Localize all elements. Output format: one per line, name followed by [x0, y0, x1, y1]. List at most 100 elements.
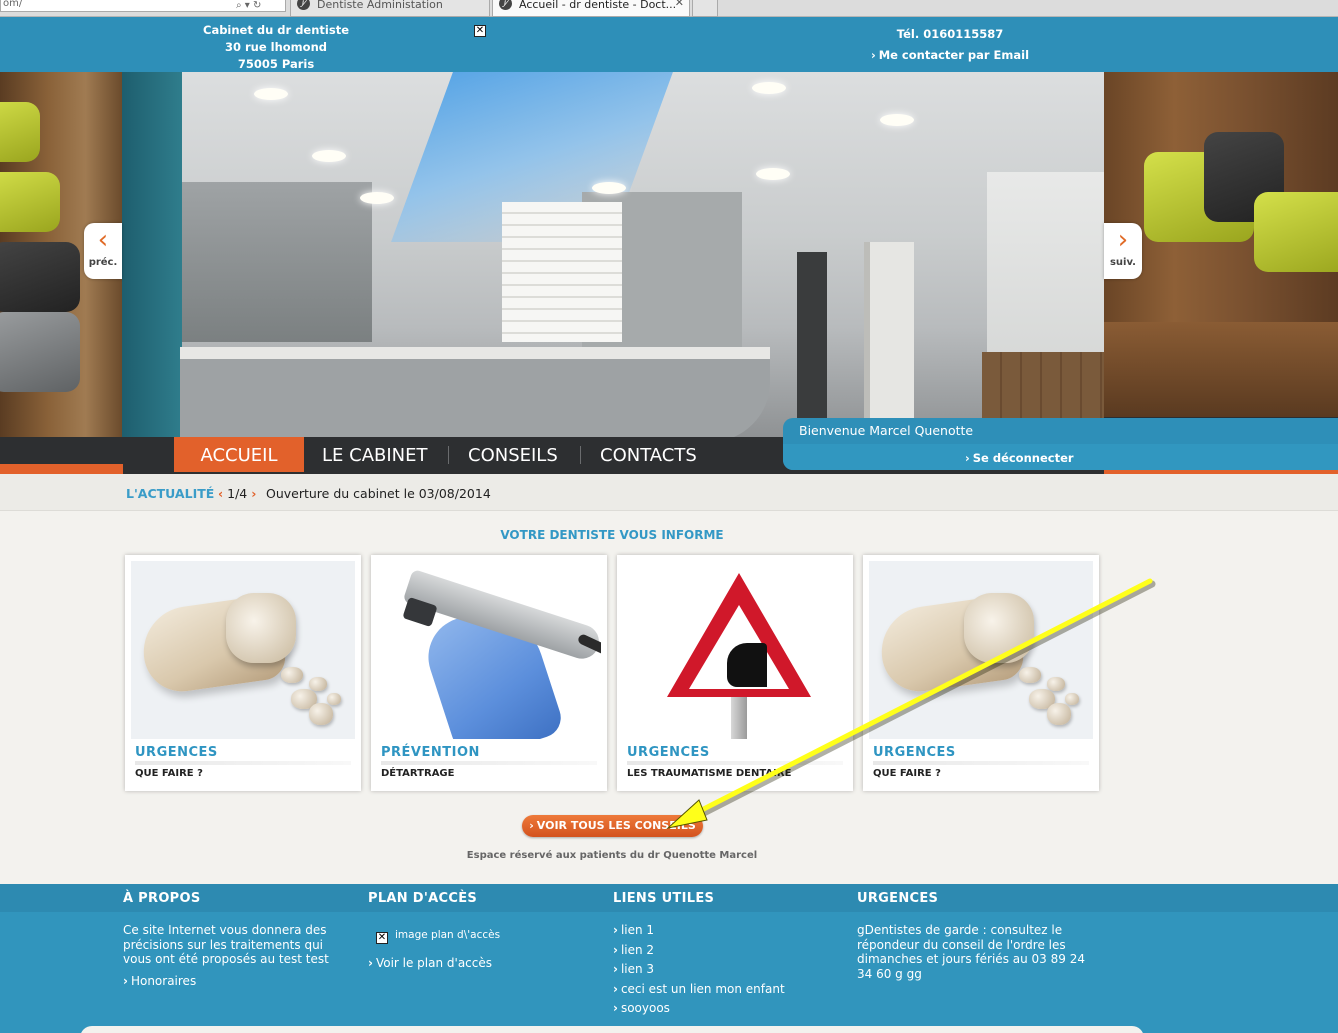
useful-link[interactable]: › lien 3 — [613, 962, 654, 976]
card-category: PRÉVENTION — [381, 745, 480, 760]
access-map-link-label: Voir le plan d'accès — [375, 956, 493, 970]
logout-link[interactable]: › Se déconnecter — [965, 451, 1074, 465]
view-all-advice-label: VOIR TOUS LES CONSEILS — [536, 819, 696, 832]
browser-tab-label: Dentiste Administation — [317, 0, 443, 11]
photo-light — [254, 88, 288, 100]
nav-separator — [448, 446, 449, 464]
chevron-right-icon: › — [965, 451, 970, 465]
chevron-right-icon: › — [1117, 225, 1129, 255]
chevron-right-icon: › — [529, 819, 534, 832]
nav-item-le-cabinet[interactable]: LE CABINET — [305, 437, 445, 472]
tooth-fragment — [281, 667, 303, 683]
email-contact-link[interactable]: › Me contacter par Email — [860, 47, 1040, 63]
card-divider — [381, 761, 597, 765]
tooth-fragment — [327, 693, 341, 705]
advice-card[interactable]: URGENCES LES TRAUMATISME DENTAIRE — [617, 555, 853, 791]
falling-rock-icon — [727, 643, 767, 687]
photo-light — [756, 168, 790, 180]
card-subtitle: QUE FAIRE ? — [135, 768, 203, 779]
card-category: URGENCES — [135, 745, 218, 760]
address-line-street: 30 rue lhomond — [224, 40, 327, 54]
card-subtitle: DÉTARTRAGE — [381, 768, 455, 779]
useful-link-label: lien 2 — [620, 943, 655, 957]
useful-link[interactable]: › lien 1 — [613, 923, 654, 937]
tooth-illustration — [869, 561, 1093, 739]
new-tab-button[interactable] — [692, 0, 718, 17]
card-divider — [627, 761, 843, 765]
photo-reception-desk — [180, 347, 770, 437]
chevron-right-icon: › — [613, 923, 618, 937]
footer-about-title: À PROPOS — [123, 891, 201, 906]
news-message[interactable]: Ouverture du cabinet le 03/08/2014 — [266, 486, 491, 501]
address-text: om/ — [3, 0, 23, 9]
useful-link[interactable]: › sooyoos — [613, 1001, 670, 1015]
footer-about-text: Ce site Internet vous donnera des précis… — [123, 923, 329, 966]
slider-previous-button[interactable]: ‹ préc. — [84, 223, 122, 279]
nav-item-contacts[interactable]: CONTACTS — [583, 437, 714, 472]
nav-accent-bar — [0, 464, 123, 474]
card-divider — [135, 761, 351, 765]
photo-floor — [1104, 322, 1338, 417]
top-header: Cabinet du dr dentiste 30 rue lhomond 75… — [0, 17, 1338, 72]
nav-item-accueil[interactable]: ACCUEIL — [174, 437, 304, 472]
slide-photo-current — [122, 72, 1104, 437]
tooth-fragment — [1065, 693, 1079, 705]
photo-light — [592, 182, 626, 194]
slider-next-button[interactable]: › suiv. — [1104, 223, 1142, 279]
sign-post — [731, 697, 747, 739]
news-position: 1/4 — [227, 486, 248, 501]
advice-card[interactable]: URGENCES QUE FAIRE ? — [125, 555, 361, 791]
footer-access-title: PLAN D'ACCÈS — [368, 891, 478, 906]
phone-number: Tél. 0160115587 — [896, 27, 1004, 41]
card-category: URGENCES — [627, 745, 710, 760]
useful-link[interactable]: › ceci est un lien mon enfant — [613, 982, 785, 996]
patient-area-note: Espace réservé aux patients du dr Quenot… — [466, 850, 758, 861]
photo-stairs — [502, 202, 622, 342]
card-divider — [873, 761, 1089, 765]
slider-next-label: suiv. — [1109, 257, 1136, 268]
tooth-fragment — [309, 703, 333, 725]
tooth-illustration — [131, 561, 355, 739]
close-icon[interactable]: ✕ — [675, 0, 684, 8]
welcome-message: Bienvenue Marcel Quenotte — [799, 423, 974, 438]
nav-item-conseils[interactable]: CONSEILS — [451, 437, 575, 472]
tooth-fragment — [1047, 703, 1071, 725]
useful-link[interactable]: › lien 2 — [613, 943, 654, 957]
user-welcome-panel: Bienvenue Marcel Quenotte › Se déconnecte… — [783, 418, 1338, 470]
useful-link-label: lien 1 — [620, 923, 655, 937]
chevron-right-icon: › — [870, 48, 876, 62]
hero-slider: ‹ préc. › suiv. — [0, 72, 1338, 437]
chevron-right-icon[interactable]: › — [251, 486, 256, 501]
chair-shape — [0, 312, 80, 392]
page: om/ ⌕ ▾ ↻ 𝑦 Dentiste Administation 𝑦 Acc… — [0, 0, 1338, 1033]
broken-image-icon: ✕ — [474, 25, 486, 37]
photo-wall — [182, 182, 372, 342]
advice-card[interactable]: PRÉVENTION DÉTARTRAGE — [371, 555, 607, 791]
footer-urgent-title: URGENCES — [857, 891, 939, 906]
photo-light — [880, 114, 914, 126]
browser-tab-home[interactable]: 𝑦 Accueil - dr dentiste - Doct... ✕ — [492, 0, 690, 17]
chevron-left-icon: ‹ — [97, 225, 109, 255]
practice-address: Cabinet du dr dentiste 30 rue lhomond 75… — [186, 22, 366, 73]
access-map-image-alt: image plan d\'accès — [395, 929, 501, 941]
address-line-city: 75005 Paris — [237, 57, 315, 71]
fees-link[interactable]: › Honoraires — [123, 974, 196, 988]
chevron-right-icon: › — [613, 982, 618, 996]
photo-door — [797, 252, 827, 422]
search-icon[interactable]: ⌕ ▾ ↻ — [236, 0, 261, 11]
chair-shape — [0, 102, 40, 162]
advice-card[interactable]: URGENCES QUE FAIRE ? — [863, 555, 1099, 791]
chevron-left-icon[interactable]: ‹ — [218, 486, 223, 501]
chair-shape — [1254, 192, 1338, 272]
card-subtitle: QUE FAIRE ? — [873, 768, 941, 779]
access-map-link[interactable]: › Voir le plan d'accès — [368, 956, 492, 970]
photo-light — [752, 82, 786, 94]
news-label: L'ACTUALITÉ — [126, 486, 215, 501]
photo-wall — [122, 72, 182, 437]
chevron-right-icon: › — [613, 943, 618, 957]
tooth-fragment — [309, 677, 327, 691]
browser-tab-label: Accueil - dr dentiste - Doct... — [519, 0, 677, 11]
footer: À PROPOS Ce site Internet vous donnera d… — [0, 884, 1338, 1033]
view-all-advice-button[interactable]: › VOIR TOUS LES CONSEILS — [522, 815, 703, 837]
browser-tab-admin[interactable]: 𝑦 Dentiste Administation — [290, 0, 490, 17]
